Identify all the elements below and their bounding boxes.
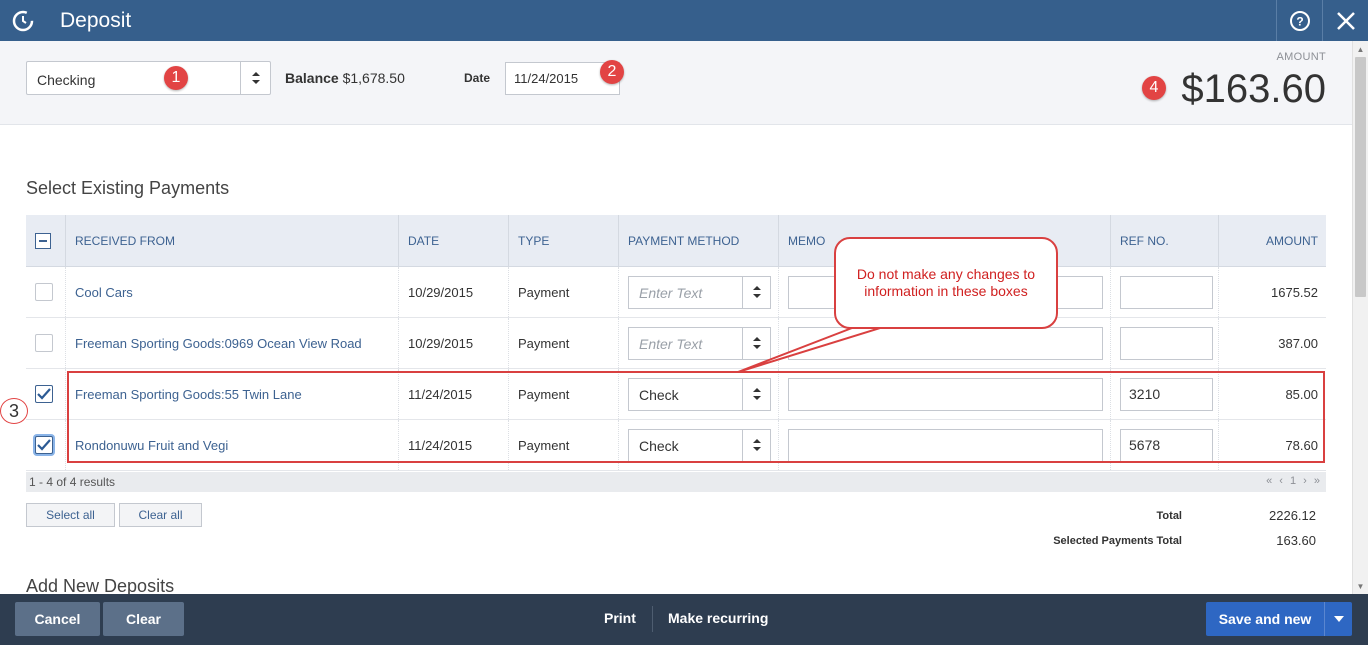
table-row: Cool Cars 10/29/2015 Payment Enter Text …	[26, 267, 1326, 318]
marker-2: 2	[600, 60, 624, 84]
amount-cell: 1675.52	[1271, 284, 1318, 300]
scroll-down-icon[interactable]: ▼	[1353, 578, 1368, 594]
col-date[interactable]: DATE	[399, 215, 509, 267]
save-and-new-label[interactable]: Save and new	[1206, 602, 1324, 636]
clear-all-button[interactable]: Clear all	[119, 503, 202, 527]
amount-label: AMOUNT	[1276, 51, 1326, 63]
account-select[interactable]: Checking	[26, 61, 271, 95]
checkbox-cell	[26, 318, 66, 368]
date-cell: 10/29/2015	[399, 318, 509, 368]
col-payment-method[interactable]: PAYMENT METHOD	[619, 215, 779, 267]
checkbox-cell	[26, 267, 66, 317]
pager-nav[interactable]: « ‹ 1 › »	[1266, 475, 1322, 487]
print-button[interactable]: Print	[604, 610, 636, 626]
header-checkbox-cell[interactable]	[26, 215, 66, 267]
marker-3: 3	[0, 398, 28, 424]
checkbox-cell	[26, 420, 66, 470]
title-bar: Deposit ?	[0, 0, 1368, 41]
ref-cell	[1111, 267, 1219, 317]
row-checkbox[interactable]	[35, 385, 53, 403]
col-amount[interactable]: AMOUNT	[1219, 215, 1326, 267]
ref-input[interactable]	[1120, 275, 1213, 309]
scrollbar[interactable]: ▲ ▼	[1352, 41, 1368, 594]
ref-cell	[1111, 318, 1219, 368]
svg-text:?: ?	[1296, 14, 1303, 28]
from-cell: Cool Cars	[66, 267, 399, 317]
payment-method-placeholder: Enter Text	[639, 284, 703, 301]
method-cell: Enter Text	[619, 318, 779, 368]
updown-icon	[742, 276, 770, 308]
updown-icon	[742, 327, 770, 359]
history-icon[interactable]	[0, 0, 46, 41]
from-cell: Freeman Sporting Goods:0969 Ocean View R…	[66, 318, 399, 368]
payment-method-select[interactable]: Enter Text	[628, 275, 771, 309]
selected-total-label: Selected Payments Total	[1053, 535, 1182, 547]
col-type[interactable]: TYPE	[509, 215, 619, 267]
select-all-checkbox[interactable]	[35, 233, 51, 249]
pager-bar: 1 - 4 of 4 results « ‹ 1 › »	[26, 472, 1326, 492]
footer-divider	[652, 606, 653, 632]
marker-4: 4	[1142, 76, 1166, 100]
checkmark-icon	[37, 439, 51, 451]
marker-1: 1	[164, 66, 188, 90]
account-value: Checking	[37, 72, 96, 88]
scroll-thumb[interactable]	[1355, 57, 1366, 297]
selected-total-value: 163.60	[1276, 533, 1316, 548]
make-recurring-button[interactable]: Make recurring	[668, 610, 768, 626]
updown-icon	[240, 62, 270, 94]
table-header: RECEIVED FROM DATE TYPE PAYMENT METHOD M…	[26, 215, 1326, 267]
type-cell: Payment	[509, 318, 619, 368]
memo-input[interactable]	[788, 326, 1103, 360]
checkbox-cell	[26, 369, 66, 419]
close-icon[interactable]	[1322, 0, 1368, 41]
scroll-up-icon[interactable]: ▲	[1353, 41, 1368, 57]
checkmark-icon	[37, 388, 51, 400]
ref-input[interactable]	[1120, 326, 1213, 360]
cancel-button[interactable]: Cancel	[15, 602, 100, 636]
received-from-link[interactable]: Cool Cars	[75, 285, 133, 300]
date-cell: 10/29/2015	[399, 267, 509, 317]
received-from-link[interactable]: Freeman Sporting Goods:0969 Ocean View R…	[75, 336, 362, 351]
total-value: 2226.12	[1269, 508, 1316, 523]
balance-label: Balance	[285, 70, 339, 86]
payment-method-placeholder: Enter Text	[639, 335, 703, 352]
balance: Balance $1,678.50	[285, 70, 405, 86]
help-icon[interactable]: ?	[1276, 0, 1322, 41]
clear-button[interactable]: Clear	[103, 602, 184, 636]
callout-bubble: Do not make any changes to information i…	[834, 237, 1058, 329]
type-cell: Payment	[509, 267, 619, 317]
results-count: 1 - 4 of 4 results	[29, 475, 116, 489]
section-title: Select Existing Payments	[26, 178, 230, 198]
payment-method-select[interactable]: Enter Text	[628, 326, 771, 360]
amount-value: $163.60	[1181, 67, 1326, 111]
row-checkbox[interactable]	[35, 334, 53, 352]
window-title: Deposit	[60, 8, 132, 32]
highlight-box	[67, 371, 1325, 463]
table-row: Freeman Sporting Goods:0969 Ocean View R…	[26, 318, 1326, 369]
amount-cell: 387.00	[1278, 335, 1318, 351]
method-cell: Enter Text	[619, 267, 779, 317]
total-label: Total	[1156, 510, 1182, 522]
col-ref-no[interactable]: REF NO.	[1111, 215, 1219, 267]
footer-bar: Cancel Clear Print Make recurring Save a…	[0, 594, 1368, 645]
date-label: Date	[464, 71, 491, 85]
row-checkbox[interactable]	[35, 283, 53, 301]
chevron-down-icon[interactable]	[1324, 602, 1352, 636]
save-and-new-button[interactable]: Save and new	[1206, 602, 1352, 636]
select-all-button[interactable]: Select all	[26, 503, 115, 527]
row-checkbox[interactable]	[35, 436, 53, 454]
balance-value: $1,678.50	[342, 70, 405, 86]
col-received-from[interactable]: RECEIVED FROM	[66, 215, 399, 267]
